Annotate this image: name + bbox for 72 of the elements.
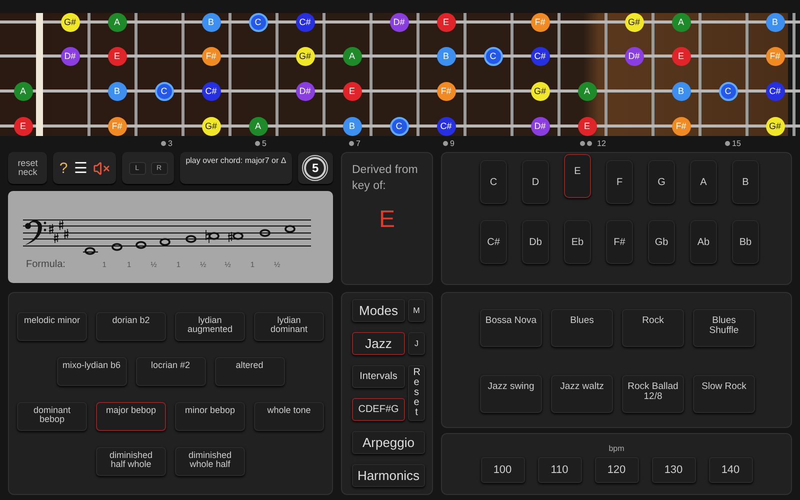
key-button[interactable]: C: [480, 160, 507, 204]
scale-button[interactable]: locrian #2: [136, 357, 206, 386]
tempo-button[interactable]: 140: [708, 457, 752, 483]
tempo-button[interactable]: 110: [538, 457, 582, 483]
reset-neck-button[interactable]: reset neck: [8, 152, 48, 184]
key-button[interactable]: A: [690, 160, 717, 204]
tempo-button[interactable]: 130: [652, 457, 696, 483]
chord-info: play over chord: major7 or Δ: [186, 155, 286, 165]
scale-button[interactable]: diminished half whole: [96, 447, 166, 476]
tool-button[interactable]: Harmonics: [352, 464, 425, 487]
scale-button[interactable]: minor bebop: [175, 402, 245, 431]
fret-number: 15: [732, 139, 741, 148]
fret-number: 7: [356, 139, 360, 148]
fret-dot: [255, 141, 260, 146]
scale-button[interactable]: whole tone: [254, 402, 324, 431]
scale-button[interactable]: mixo-lydian b6: [56, 357, 126, 386]
key-button[interactable]: G: [648, 160, 675, 204]
bpm-label: bpm: [608, 444, 624, 453]
key-button[interactable]: Gb: [648, 220, 675, 264]
mode-button[interactable]: Jazz: [352, 332, 405, 355]
key-button[interactable]: Db: [522, 220, 549, 264]
key-button[interactable]: C#: [480, 220, 507, 264]
scale-button[interactable]: major bebop: [96, 402, 166, 431]
rhythm-button[interactable]: Blues: [551, 309, 613, 347]
fret-dot: [580, 141, 585, 146]
derived-key: E: [378, 206, 395, 234]
fret-number: 9: [450, 139, 454, 148]
scale-button[interactable]: diminished whole half: [175, 447, 245, 476]
key-button[interactable]: B: [732, 160, 759, 204]
shortcut-button[interactable]: J: [408, 332, 425, 355]
rhythm-button[interactable]: Blues Shuffle: [693, 309, 755, 347]
rhythm-button[interactable]: Jazz swing: [480, 375, 542, 413]
formula-label: Formula:: [25, 259, 66, 270]
tool-button[interactable]: Arpeggio: [352, 431, 425, 454]
scale-button[interactable]: altered: [214, 357, 284, 386]
rhythm-button[interactable]: Jazz waltz: [551, 375, 613, 413]
scale-button[interactable]: lydian dominant: [254, 312, 324, 341]
rhythm-button[interactable]: Rock Ballad 12/8: [622, 375, 684, 413]
mute-icon[interactable]: [92, 160, 110, 176]
fret-number: 5: [262, 139, 266, 148]
tempo-button[interactable]: 100: [480, 457, 524, 483]
key-button[interactable]: F: [606, 160, 633, 204]
rhythm-button[interactable]: Bossa Nova: [480, 309, 542, 347]
scale-button[interactable]: dorian b2: [96, 312, 166, 341]
fret-dot: [161, 141, 166, 146]
rhythm-button[interactable]: Slow Rock: [693, 375, 755, 413]
mode-button[interactable]: CDEF#G: [352, 398, 405, 421]
fret-dot: [443, 141, 448, 146]
fret-number: 3: [168, 139, 172, 148]
rhythm-button[interactable]: Rock: [622, 309, 684, 347]
key-button[interactable]: Bb: [732, 220, 759, 264]
mode-button[interactable]: Modes: [352, 299, 405, 322]
tempo-button[interactable]: 120: [594, 457, 638, 483]
key-button[interactable]: E: [564, 154, 591, 198]
reset-button[interactable]: Reset: [408, 365, 425, 421]
position-button[interactable]: 5: [304, 157, 326, 179]
fret-dot: [587, 141, 592, 146]
fret-dot: [349, 141, 354, 146]
scale-button[interactable]: melodic minor: [17, 312, 87, 341]
key-button[interactable]: F#: [606, 220, 633, 264]
key-button[interactable]: D: [522, 160, 549, 204]
key-button[interactable]: Ab: [690, 220, 717, 264]
key-button[interactable]: Eb: [564, 220, 591, 264]
menu-button[interactable]: ☰: [74, 160, 87, 176]
shortcut-button[interactable]: M: [408, 299, 425, 322]
derived-label: Derived from key of:: [351, 163, 419, 194]
scale-button[interactable]: dominant bebop: [17, 402, 87, 431]
fret-number: 12: [597, 139, 606, 148]
fret-dot: [725, 141, 730, 146]
help-button[interactable]: ?: [59, 160, 68, 176]
scale-button[interactable]: lydian augmented: [175, 312, 245, 341]
mode-button[interactable]: Intervals: [352, 365, 405, 388]
